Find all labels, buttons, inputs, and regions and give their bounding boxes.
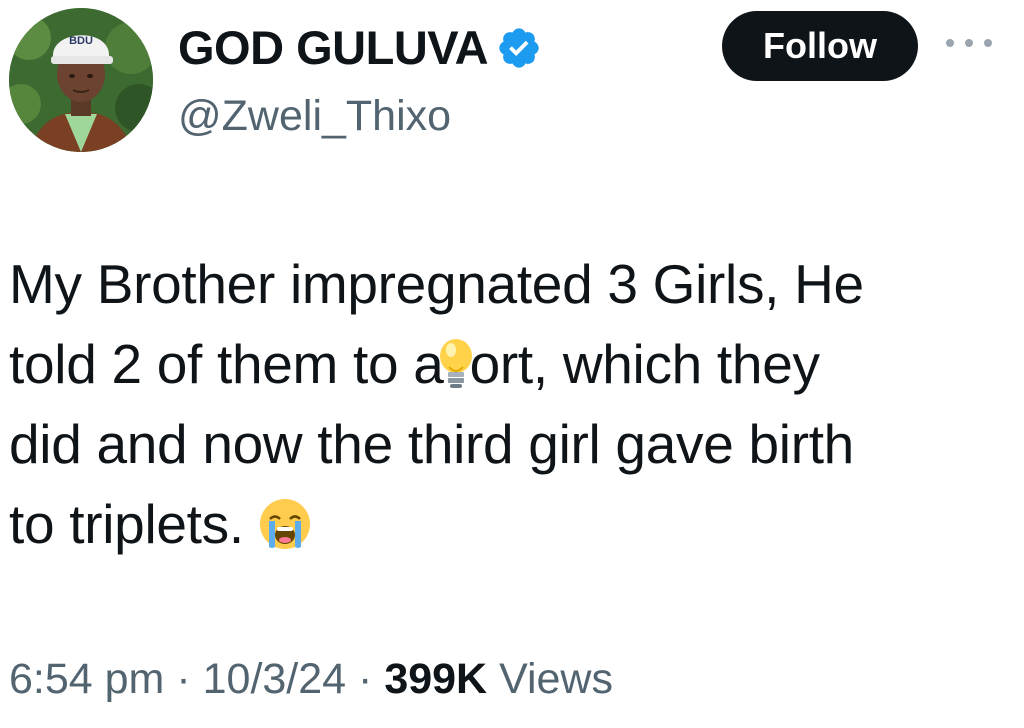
- author-handle[interactable]: @Zweli_Thixo: [178, 90, 451, 142]
- avatar-image: BDU: [9, 8, 153, 152]
- tweet-line-text: ort, which they: [469, 333, 820, 395]
- avatar-cap-text: BDU: [69, 35, 93, 47]
- follow-button[interactable]: Follow: [722, 11, 918, 81]
- more-dot: [984, 39, 992, 47]
- meta-separator: ·: [176, 655, 191, 703]
- tweet-meta: 6:54 pm · 10/3/24 · 399K Views: [9, 652, 613, 706]
- views-count[interactable]: 399K: [384, 655, 487, 703]
- tweet-line: told 2 of them to a ort, which they: [9, 324, 1009, 404]
- tweet-date[interactable]: 10/3/24: [203, 655, 346, 703]
- meta-separator: ·: [358, 655, 373, 703]
- more-horizontal-icon[interactable]: [946, 36, 992, 50]
- verified-badge-icon[interactable]: [496, 25, 542, 71]
- tweet-line-text: to triplets.: [9, 493, 244, 555]
- views-label: Views: [499, 655, 613, 703]
- loudly-crying-face-icon: [258, 497, 312, 551]
- tweet-line-text: told 2 of them to a: [9, 333, 444, 395]
- tweet-line-text: My Brother impregnated 3 Girls, He: [9, 253, 864, 315]
- more-dot: [965, 39, 973, 47]
- tweet-time[interactable]: 6:54 pm: [9, 655, 164, 703]
- author-name-row[interactable]: GOD GULUVA: [178, 20, 542, 76]
- tweet-text: My Brother impregnated 3 Girls, He told …: [9, 244, 1009, 564]
- more-dot: [946, 39, 954, 47]
- tweet-line: to triplets.: [9, 484, 1009, 564]
- tweet-line-text: did and now the third girl gave birth: [9, 413, 854, 475]
- tweet-line: My Brother impregnated 3 Girls, He: [9, 244, 1009, 324]
- author-avatar[interactable]: BDU: [9, 8, 153, 152]
- author-display-name[interactable]: GOD GULUVA: [178, 20, 489, 76]
- tweet-line: did and now the third girl gave birth: [9, 404, 1009, 484]
